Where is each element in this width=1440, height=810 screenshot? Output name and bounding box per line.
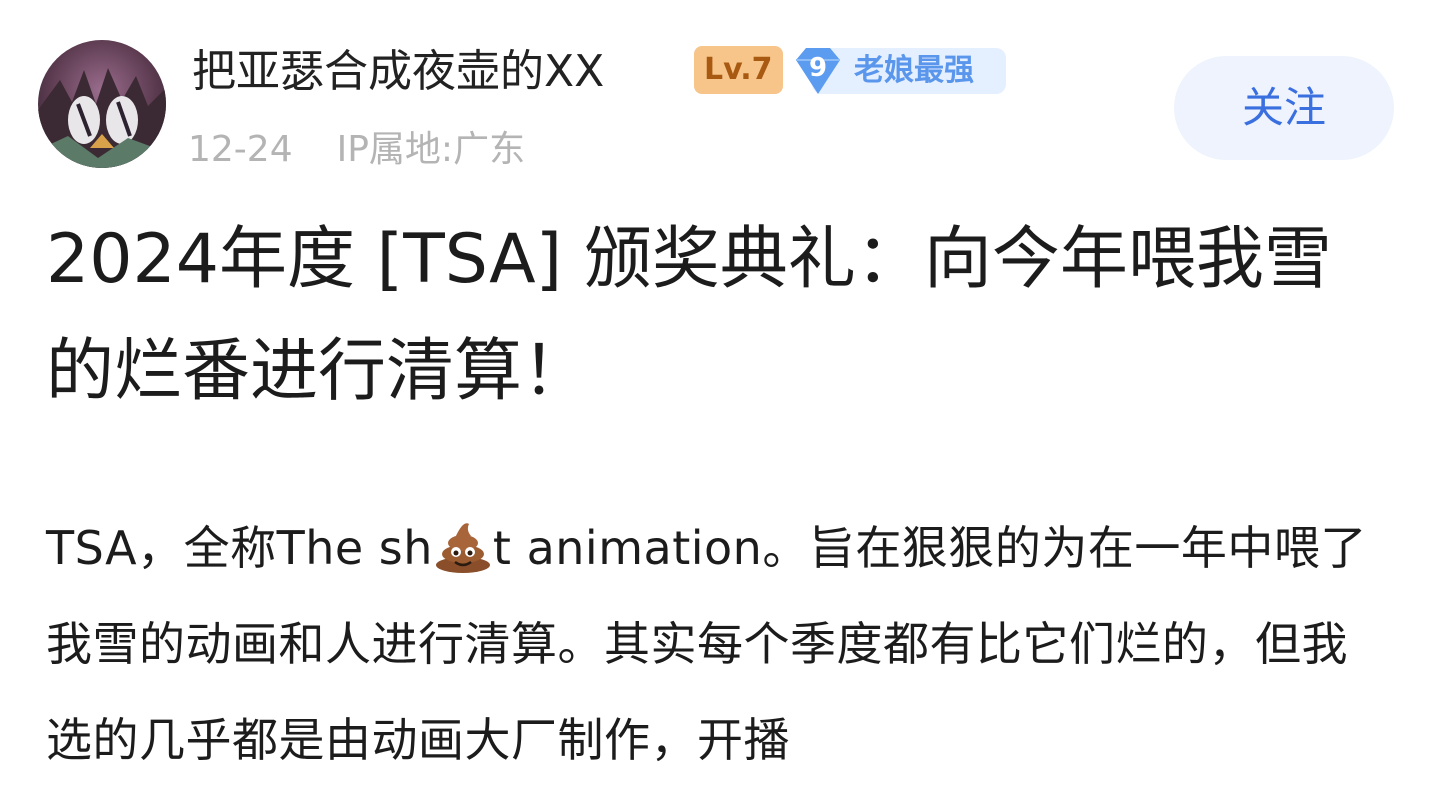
avatar[interactable]	[38, 40, 166, 168]
follow-button[interactable]: 关注	[1174, 56, 1394, 160]
post-title: 2024年度 [TSA] 颁奖典礼：向今年喂我雪的烂番进行清算！	[46, 220, 1332, 411]
fan-badge-label: 老娘最强	[854, 53, 974, 88]
post-meta: 12-24 IP属地:广东	[188, 126, 525, 174]
fan-badge[interactable]: 9 老娘最强	[790, 46, 1006, 96]
fan-badge-level: 9	[808, 53, 828, 83]
poop-emoji-icon	[435, 523, 490, 573]
ip-location: IP属地:广东	[336, 129, 526, 170]
author-username[interactable]: 把亚瑟合成夜壶的XX	[192, 44, 604, 100]
post-page: 把亚瑟合成夜壶的XX Lv.7 9 老娘最强 12-24 IP属地:广东 关注 2…	[0, 0, 1440, 810]
post-body: TSA，全称The sh t animation。旨在狠狠的为在一年中喂了我雪的…	[46, 500, 1394, 788]
post-date: 12-24	[188, 129, 293, 170]
avatar-image	[38, 40, 166, 168]
post-body-text-start: TSA，全称The sh	[46, 521, 433, 575]
level-badge: Lv.7	[694, 46, 783, 94]
